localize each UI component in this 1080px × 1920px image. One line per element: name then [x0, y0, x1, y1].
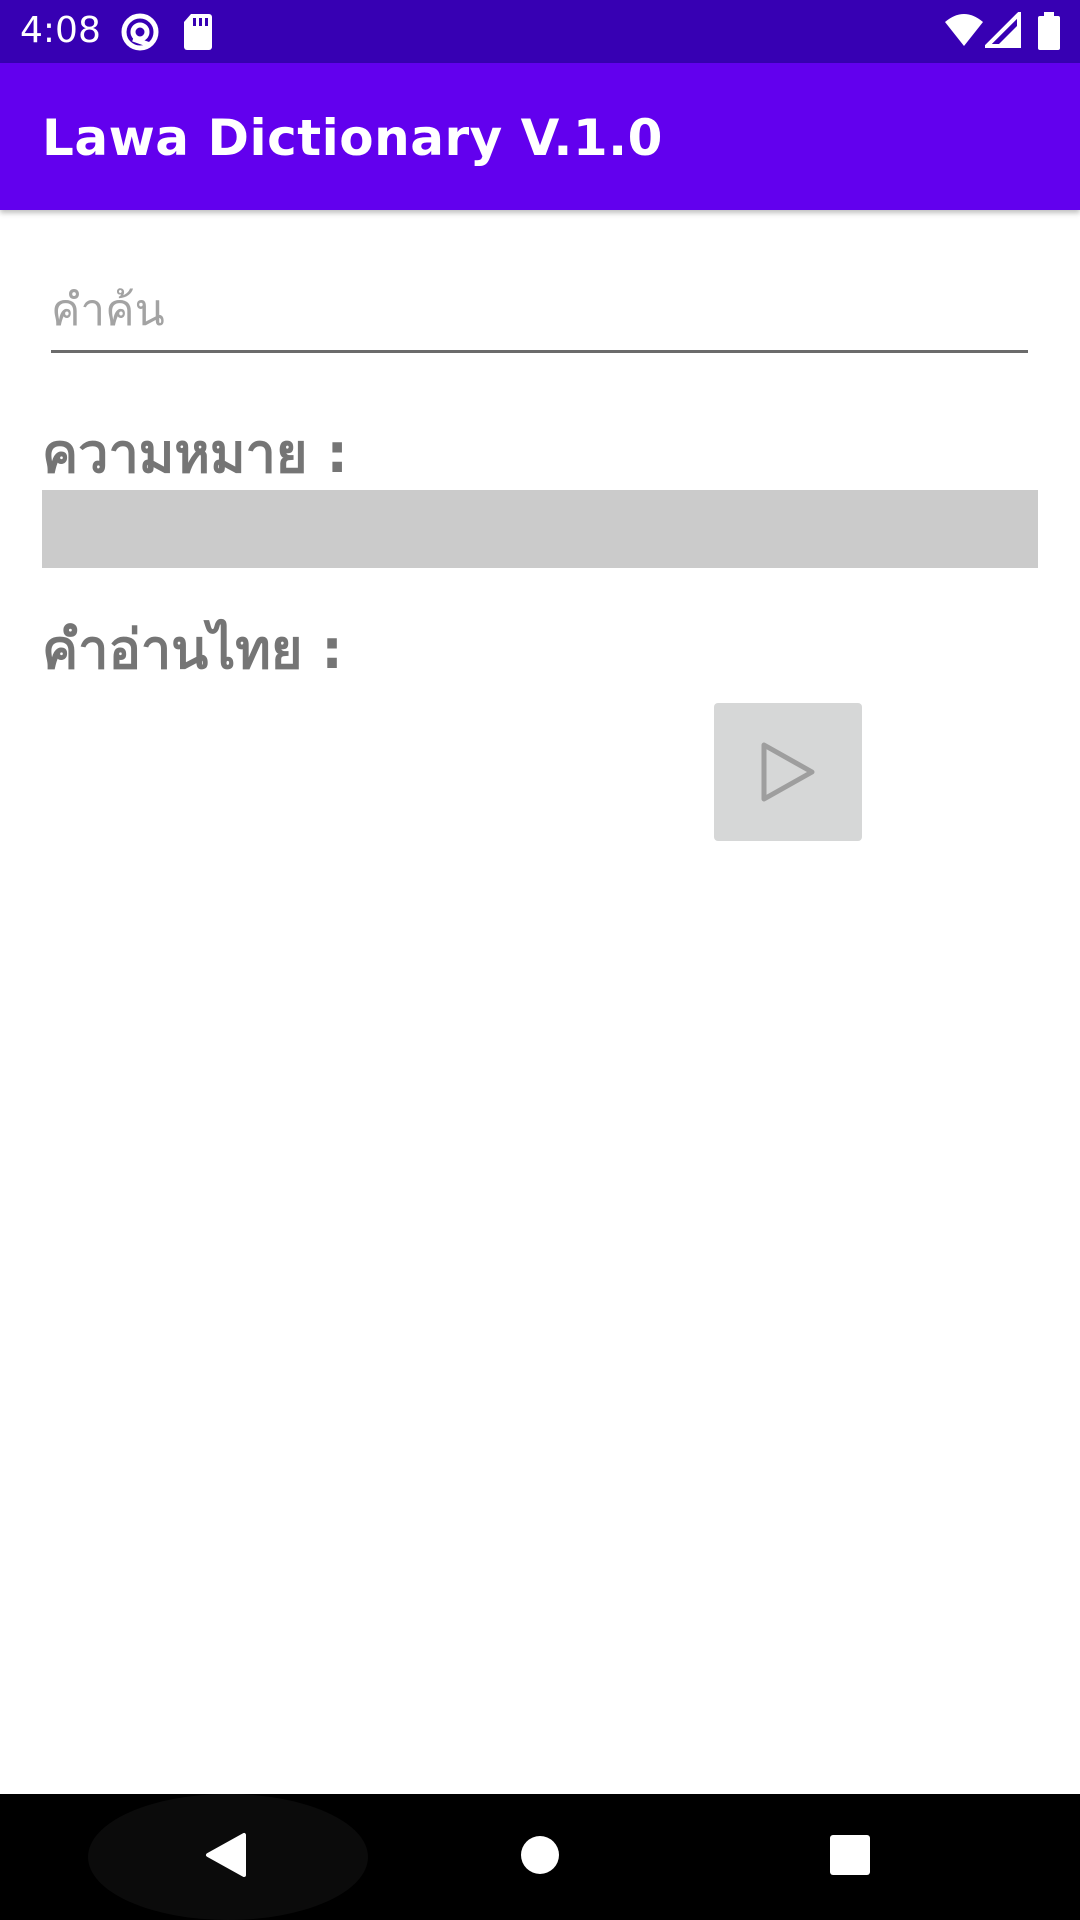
signal-icon — [985, 12, 1021, 52]
meaning-label: ความหมาย : — [42, 422, 348, 485]
play-audio-button[interactable] — [714, 703, 862, 841]
battery-icon — [1038, 12, 1060, 52]
search-input[interactable] — [51, 270, 1028, 353]
at-sign-icon — [120, 12, 160, 52]
home-icon — [520, 1835, 560, 1880]
thai-reading-label: คำอ่านไทย : — [42, 618, 343, 681]
back-button[interactable] — [166, 1794, 286, 1920]
back-icon — [204, 1831, 248, 1884]
recents-icon — [830, 1834, 870, 1880]
status-bar: 4:08 — [0, 0, 1080, 63]
home-button[interactable] — [480, 1794, 600, 1920]
meaning-output — [42, 490, 1038, 568]
navigation-bar — [0, 1794, 1080, 1920]
recents-button[interactable] — [790, 1794, 910, 1920]
wifi-icon — [944, 12, 984, 52]
app-title: Lawa Dictionary V.1.0 — [42, 109, 663, 167]
sd-card-icon — [183, 12, 213, 52]
status-time: 4:08 — [20, 10, 101, 51]
app-bar: Lawa Dictionary V.1.0 — [0, 63, 1080, 210]
play-icon — [714, 741, 862, 803]
